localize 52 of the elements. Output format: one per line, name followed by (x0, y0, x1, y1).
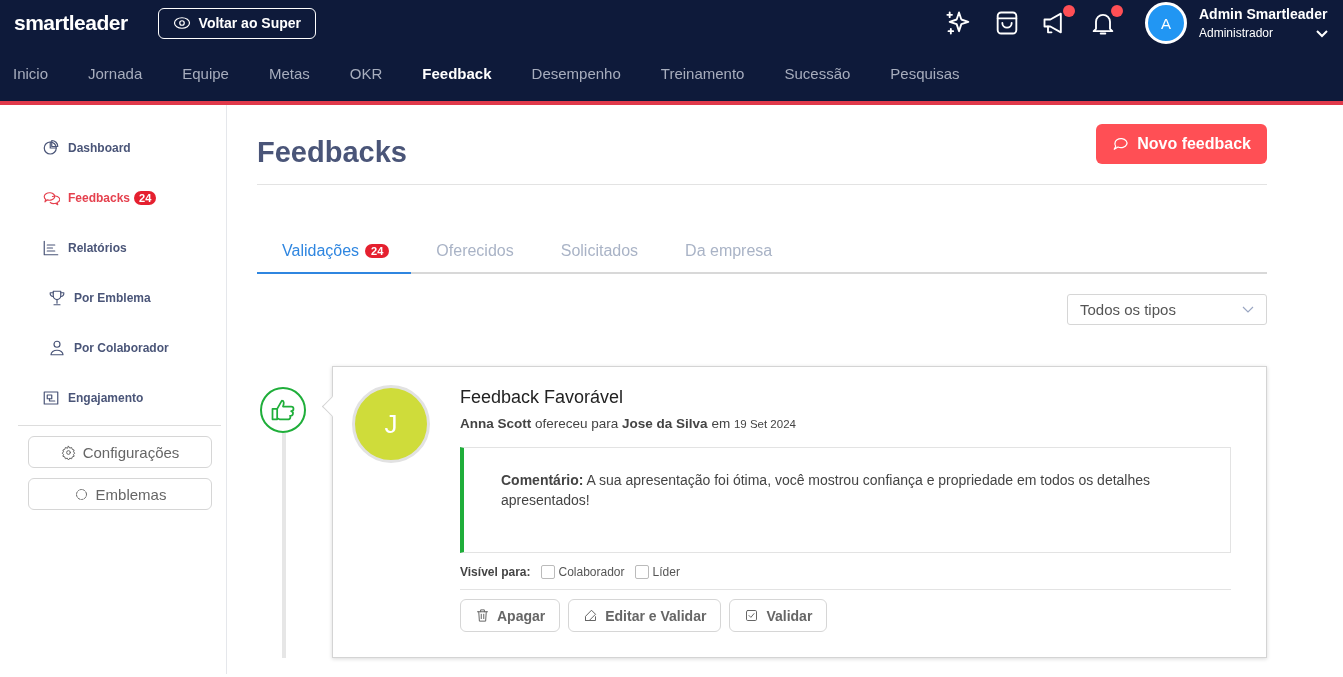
nav-tab[interactable]: Jornada (75, 65, 163, 82)
sidebar-item[interactable]: Dashboard (42, 123, 226, 173)
person-icon (48, 339, 66, 357)
nav-tab[interactable]: Equipe (169, 65, 249, 82)
speech-bubble-icon (1112, 135, 1131, 153)
visibility-checkbox[interactable]: Líder (634, 565, 680, 579)
trophy-icon (48, 289, 66, 307)
visibility-checkbox[interactable]: Colaborador (540, 565, 625, 579)
pencil-icon (583, 608, 599, 623)
feedback-title: Feedback Favorável (460, 387, 625, 408)
sidebar-item[interactable]: Relatórios (42, 223, 226, 273)
nav-tab[interactable]: Inicio (0, 65, 69, 82)
count-badge: 24 (134, 191, 157, 205)
user-name: Admin Smartleader (1199, 6, 1329, 22)
user-avatar: J (352, 385, 430, 463)
bar-list-icon (42, 239, 60, 257)
sidebar-item[interactable]: Por Emblema (42, 273, 226, 323)
nav-tab[interactable]: OKR (336, 65, 403, 82)
thumbs-up-icon (260, 387, 306, 433)
chat-bubbles-icon (42, 189, 60, 207)
type-dropdown[interactable]: Todos os tipos (1067, 294, 1267, 325)
pie-chart-icon (42, 139, 60, 157)
chevron-down-icon[interactable] (1315, 28, 1329, 38)
nav-tab[interactable]: Metas (255, 65, 330, 82)
visibility-label: Visível para: (460, 565, 531, 579)
edit-button[interactable]: Editar e Validar (568, 599, 722, 632)
nav-tab[interactable]: Sucessão (771, 65, 871, 82)
brand-logo[interactable]: smartleader (14, 11, 128, 35)
trash-icon (475, 608, 490, 623)
back-button[interactable]: Voltar ao Super (157, 7, 316, 39)
nav-tab[interactable]: Pesquisas (877, 65, 980, 82)
nav-tab[interactable]: Treinamento (647, 65, 765, 82)
sidebar-item[interactable]: Por Colaborador (42, 323, 226, 373)
checkbox-icon (744, 608, 760, 623)
chevron-down-icon (1242, 305, 1254, 314)
comment-text: Comentário: A sua apresentação foi ótima, você mostrou confiança e propriedade em todos os detalhes apresentados! (460, 447, 1231, 553)
sidebar-button[interactable]: Configurações (28, 436, 212, 468)
tab[interactable]: Validações 24 (257, 230, 412, 274)
dashed-circle-icon (73, 486, 89, 502)
validate-button[interactable]: Validar (729, 599, 828, 632)
page-title: Feedbacks (257, 135, 407, 169)
delete-button[interactable]: Apagar (460, 599, 561, 632)
sidebar-item[interactable]: Engajamento (42, 373, 226, 423)
frame-icon (42, 389, 60, 407)
settings-icon (60, 444, 76, 460)
sidebar-item[interactable]: Feedbacks 24 (42, 173, 226, 223)
feedback-byline: Anna Scott ofereceu para Jose da Silva em 19 Set 2024 (460, 416, 797, 431)
user-role: Administrador (1199, 26, 1274, 40)
nav-tab[interactable]: Desempenho (518, 65, 641, 82)
sidebar-button[interactable]: Emblemas (28, 478, 212, 510)
nav-tab[interactable]: Feedback (409, 65, 512, 82)
count-badge: 24 (365, 244, 390, 258)
